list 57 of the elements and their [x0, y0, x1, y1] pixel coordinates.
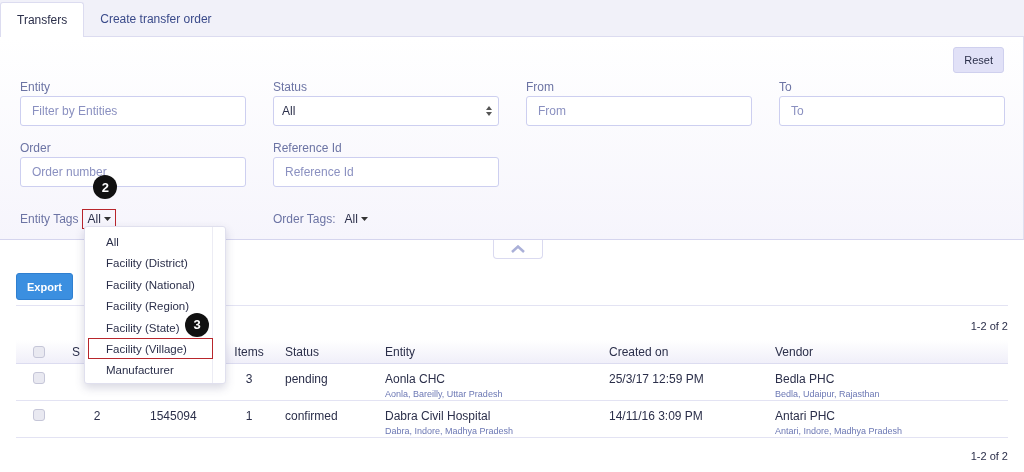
tags-label: Entity Tags	[20, 212, 79, 226]
tab[interactable]: Create transfer order	[84, 2, 228, 36]
table-cell: 1	[245, 409, 253, 423]
table-cell: confirmed	[285, 409, 338, 423]
vendor-name: Antari PHC	[775, 409, 836, 423]
field-label: Status	[273, 80, 309, 94]
vendor-location: Antari, Indore, Madhya Pradesh	[775, 426, 904, 436]
column-header: Entity	[384, 344, 416, 359]
menu-item[interactable]: Manufacturer	[88, 359, 178, 381]
field-label: From	[526, 80, 555, 94]
caret-icon	[103, 217, 111, 221]
table-cell: 2	[93, 409, 101, 423]
entity-name: Aonla CHC	[385, 372, 446, 386]
checkbox[interactable]	[33, 345, 45, 358]
column-header: Vendor	[774, 344, 815, 359]
menu-item[interactable]: Facility (District)	[88, 252, 192, 274]
entity-name: Dabra Civil Hospital	[385, 409, 491, 423]
entity-location: Aonla, Bareilly, Uttar Pradesh	[385, 389, 504, 399]
checkbox[interactable]	[33, 372, 45, 384]
chevron-up-icon	[511, 245, 525, 253]
input-field[interactable]: Reference Id	[273, 157, 499, 187]
column-header: Items	[233, 344, 265, 359]
vendor-name: Bedla PHC	[775, 372, 835, 386]
callout-number: 3	[185, 312, 209, 337]
menu-item[interactable]: Facility (Village)	[88, 337, 213, 360]
table-cell: 14/11/16 3:09 PM	[609, 409, 703, 423]
tab[interactable]: Transfers	[0, 2, 85, 37]
menu-item[interactable]: All	[88, 231, 123, 253]
menu-item[interactable]: Facility (State)	[88, 316, 184, 338]
table-cell: 3	[245, 372, 253, 386]
column-header: Status	[284, 344, 321, 359]
table-cell: pending	[285, 372, 328, 386]
field-label: To	[779, 80, 793, 94]
column-header: Created on	[608, 344, 670, 359]
collapse-tab[interactable]	[493, 240, 543, 259]
sort-arrows-icon	[486, 106, 492, 116]
status-select[interactable]: All	[273, 96, 499, 126]
tags-dropdown[interactable]: All	[339, 209, 373, 229]
input-field[interactable]: From	[526, 96, 752, 126]
checkbox[interactable]	[33, 409, 45, 421]
table-cell: 25/3/17 12:59 PM	[609, 372, 704, 386]
field-label: Reference Id	[273, 141, 343, 155]
input-field[interactable]: Filter by Entities	[20, 96, 246, 126]
entity-location: Dabra, Indore, Madhya Pradesh	[385, 426, 515, 436]
column-header: S	[72, 344, 80, 359]
field-label: Entity	[20, 80, 51, 94]
reset-button[interactable]: Reset	[953, 47, 1004, 73]
caret-icon	[360, 217, 368, 221]
input-field[interactable]: To	[779, 96, 1005, 126]
table-cell: 1545094	[150, 409, 197, 423]
pagination-info: 1-2 of 2	[970, 450, 1008, 462]
vendor-location: Bedla, Udaipur, Rajasthan	[775, 389, 881, 399]
menu-item[interactable]: Facility (National)	[88, 273, 199, 296]
callout-number: 2	[93, 175, 118, 199]
tags-label: Order Tags:	[273, 212, 336, 226]
pagination-info: 1-2 of 2	[970, 320, 1008, 332]
field-label: Order	[20, 141, 52, 155]
